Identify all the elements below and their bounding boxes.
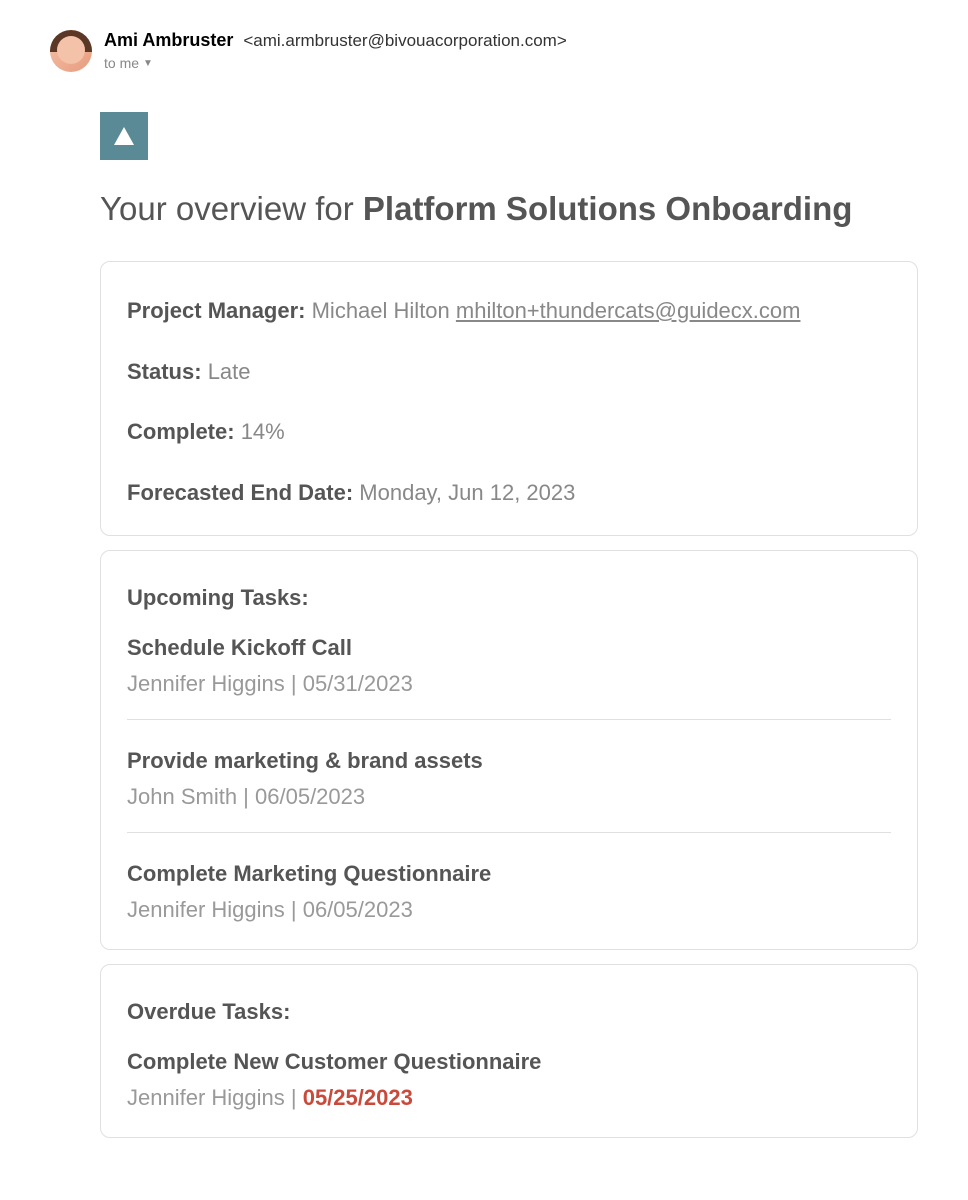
task-name: Complete Marketing Questionnaire [127,861,891,887]
email-content: Your overview for Platform Solutions Onb… [50,112,918,1138]
task-assignee: Jennifer Higgins [127,897,285,922]
end-date-label: Forecasted End Date: [127,480,359,505]
task-assignee: Jennifer Higgins [127,1085,285,1110]
title-project: Platform Solutions Onboarding [363,190,853,227]
end-date-value: Monday, Jun 12, 2023 [359,480,575,505]
task-meta: Jennifer Higgins | 05/25/2023 [127,1085,891,1111]
status-label: Status: [127,359,208,384]
task-assignee: John Smith [127,784,237,809]
sender-name: Ami Ambruster [104,30,233,51]
task-row: Schedule Kickoff Call Jennifer Higgins |… [127,635,891,720]
complete-row: Complete: 14% [127,417,891,448]
pm-email-link[interactable]: mhilton+thundercats@guidecx.com [456,298,801,323]
summary-card: Project Manager: Michael Hilton mhilton+… [100,261,918,536]
project-manager-row: Project Manager: Michael Hilton mhilton+… [127,296,891,327]
task-date: 06/05/2023 [255,784,365,809]
pm-label: Project Manager: [127,298,312,323]
task-date: 05/31/2023 [303,671,413,696]
overdue-title: Overdue Tasks: [127,999,891,1025]
task-name: Schedule Kickoff Call [127,635,891,661]
sender-block: Ami Ambruster <ami.armbruster@bivouacorp… [104,30,567,71]
pm-name: Michael Hilton [312,298,456,323]
task-meta: Jennifer Higgins | 05/31/2023 [127,671,891,697]
recipient-text: to me [104,55,139,71]
task-date-overdue: 05/25/2023 [303,1085,413,1110]
avatar [50,30,92,72]
status-value: Late [208,359,251,384]
task-meta: John Smith | 06/05/2023 [127,784,891,810]
upcoming-tasks-card: Upcoming Tasks: Schedule Kickoff Call Je… [100,550,918,950]
overdue-tasks-card: Overdue Tasks: Complete New Customer Que… [100,964,918,1138]
brand-logo-icon [100,112,148,160]
recipient-dropdown[interactable]: to me ▼ [104,55,567,71]
status-row: Status: Late [127,357,891,388]
end-date-row: Forecasted End Date: Monday, Jun 12, 202… [127,478,891,509]
sender-email: <ami.armbruster@bivouacorporation.com> [243,31,566,51]
complete-value: 14% [241,419,285,444]
task-meta: Jennifer Higgins | 06/05/2023 [127,897,891,923]
complete-label: Complete: [127,419,241,444]
task-name: Complete New Customer Questionnaire [127,1049,891,1075]
email-header: Ami Ambruster <ami.armbruster@bivouacorp… [50,30,918,72]
task-row: Provide marketing & brand assets John Sm… [127,748,891,833]
task-row: Complete New Customer Questionnaire Jenn… [127,1049,891,1111]
title-prefix: Your overview for [100,190,363,227]
upcoming-title: Upcoming Tasks: [127,585,891,611]
task-name: Provide marketing & brand assets [127,748,891,774]
task-row: Complete Marketing Questionnaire Jennife… [127,861,891,923]
task-assignee: Jennifer Higgins [127,671,285,696]
chevron-down-icon: ▼ [143,58,153,69]
task-date: 06/05/2023 [303,897,413,922]
page-title: Your overview for Platform Solutions Onb… [100,188,918,231]
